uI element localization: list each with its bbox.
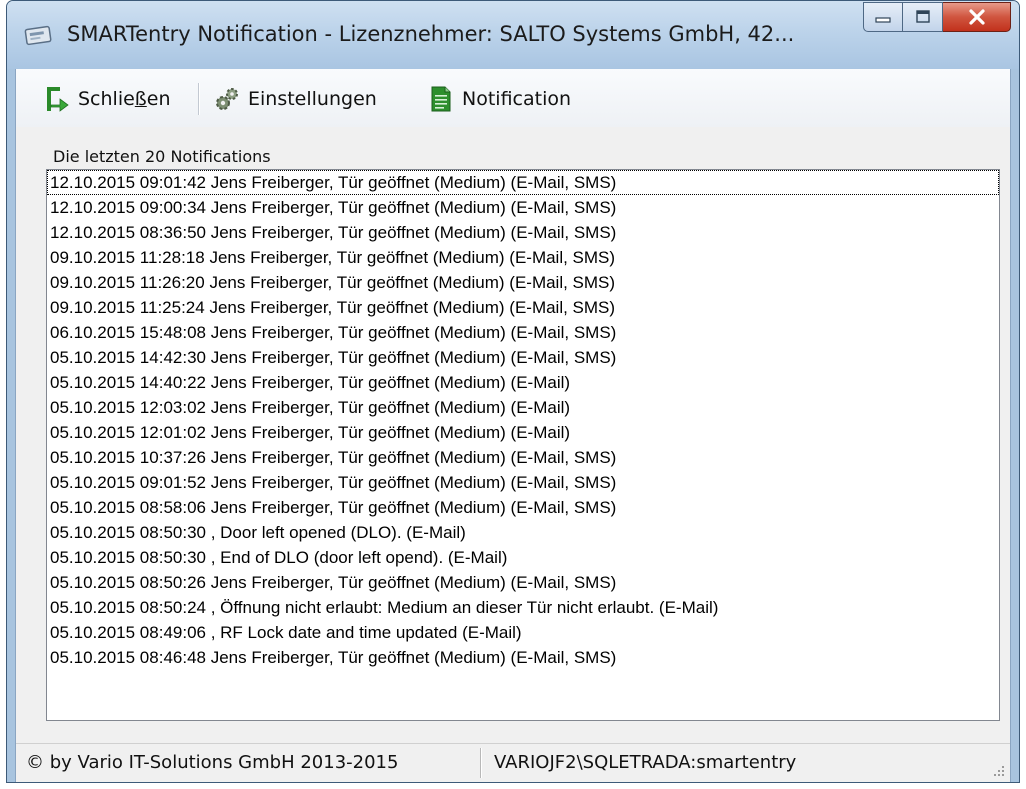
toolbar-separator — [198, 83, 200, 115]
list-item[interactable]: 05.10.2015 08:50:30 , End of DLO (door l… — [47, 545, 999, 570]
close-button[interactable]: Schließen — [44, 83, 171, 115]
notifications-list-label: Die letzten 20 Notifications — [53, 147, 271, 166]
minimize-icon — [875, 17, 891, 23]
client-area: Schließen Einstellungen Notification Die… — [15, 69, 1011, 782]
close-icon — [968, 9, 985, 25]
gears-icon — [216, 88, 238, 110]
caption-buttons — [863, 2, 1011, 32]
notifications-listbox[interactable]: 12.10.2015 09:01:42 Jens Freiberger, Tür… — [46, 169, 1000, 721]
status-copyright: © by Vario IT-Solutions GmbH 2013-2015 — [26, 752, 399, 773]
app-window: SMARTentry Notification - Lizenznehmer: … — [6, 0, 1020, 783]
toolbar: Schließen Einstellungen Notification — [16, 69, 1010, 127]
title-bar[interactable]: SMARTentry Notification - Lizenznehmer: … — [7, 1, 1019, 69]
list-item[interactable]: 05.10.2015 14:42:30 Jens Freiberger, Tür… — [47, 345, 999, 370]
list-item[interactable]: 05.10.2015 10:37:26 Jens Freiberger, Tür… — [47, 445, 999, 470]
maximize-icon — [915, 10, 930, 23]
list-item[interactable]: 05.10.2015 08:50:30 , Door left opened (… — [47, 520, 999, 545]
status-divider — [480, 748, 482, 778]
close-window-button[interactable] — [943, 2, 1011, 32]
list-item[interactable]: 05.10.2015 14:40:22 Jens Freiberger, Tür… — [47, 370, 999, 395]
notification-label: Notification — [462, 88, 572, 110]
list-item[interactable]: 09.10.2015 11:26:20 Jens Freiberger, Tür… — [47, 270, 999, 295]
list-item[interactable]: 05.10.2015 08:50:26 Jens Freiberger, Tür… — [47, 570, 999, 595]
settings-button[interactable]: Einstellungen — [214, 83, 377, 115]
minimize-button[interactable] — [863, 2, 903, 32]
exit-arrow-icon — [47, 87, 69, 112]
list-item[interactable]: 05.10.2015 09:01:52 Jens Freiberger, Tür… — [47, 470, 999, 495]
notification-button[interactable]: Notification — [428, 83, 571, 115]
list-item[interactable]: 09.10.2015 11:25:24 Jens Freiberger, Tür… — [47, 295, 999, 320]
list-item[interactable]: 05.10.2015 08:50:24 , Öffnung nicht erla… — [47, 595, 999, 620]
list-item[interactable]: 09.10.2015 11:28:18 Jens Freiberger, Tür… — [47, 245, 999, 270]
window-title: SMARTentry Notification - Lizenznehmer: … — [67, 22, 795, 46]
list-item[interactable]: 05.10.2015 08:46:48 Jens Freiberger, Tür… — [47, 645, 999, 670]
notification-app-icon — [24, 25, 52, 46]
close-label: Schließen — [78, 88, 171, 110]
resize-grip-icon[interactable] — [992, 764, 1006, 778]
settings-label: Einstellungen — [248, 88, 377, 110]
maximize-button[interactable] — [903, 2, 943, 32]
list-item[interactable]: 12.10.2015 09:01:42 Jens Freiberger, Tür… — [47, 170, 999, 195]
list-item[interactable]: 12.10.2015 08:36:50 Jens Freiberger, Tür… — [47, 220, 999, 245]
list-item[interactable]: 12.10.2015 09:00:34 Jens Freiberger, Tür… — [47, 195, 999, 220]
list-item[interactable]: 05.10.2015 12:01:02 Jens Freiberger, Tür… — [47, 420, 999, 445]
list-item[interactable]: 05.10.2015 08:49:06 , RF Lock date and t… — [47, 620, 999, 645]
list-item[interactable]: 05.10.2015 08:58:06 Jens Freiberger, Tür… — [47, 495, 999, 520]
status-connection: VARIOJF2\SQLETRADA:smartentry — [494, 752, 797, 773]
list-item[interactable]: 05.10.2015 12:03:02 Jens Freiberger, Tür… — [47, 395, 999, 420]
list-item[interactable]: 06.10.2015 15:48:08 Jens Freiberger, Tür… — [47, 320, 999, 345]
status-bar: © by Vario IT-Solutions GmbH 2013-2015 V… — [16, 743, 1010, 782]
document-icon — [431, 86, 451, 112]
